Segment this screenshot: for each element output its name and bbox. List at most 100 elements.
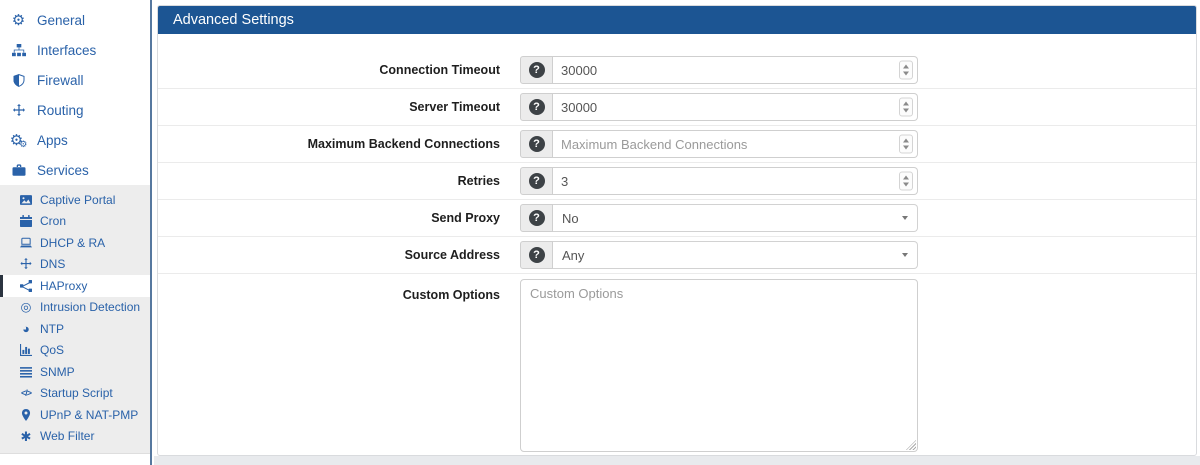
form-row-send-proxy: Send Proxy ? No — [158, 200, 1196, 237]
sidebar-item-snmp[interactable]: SNMP — [0, 361, 150, 383]
sidebar-item-vpn[interactable]: VPN — [0, 456, 150, 465]
retries-group: ? — [520, 167, 918, 195]
bullseye-icon: ◎ — [19, 301, 33, 314]
sidebar-item-label: SNMP — [40, 365, 75, 379]
max-backend-connections-input[interactable] — [553, 130, 918, 158]
form-row-custom-options: Custom Options — [158, 274, 1196, 456]
sitemap-icon — [10, 44, 27, 57]
question-circle-icon: ? — [529, 136, 545, 152]
retries-input[interactable] — [553, 167, 918, 195]
briefcase-icon — [10, 164, 27, 177]
sidebar-item-label: QoS — [40, 343, 64, 357]
number-spinner[interactable] — [899, 135, 913, 154]
sidebar-top-list: ⚙ General Interfaces Firewall Routing ⚙⚙… — [0, 0, 150, 185]
question-circle-icon: ? — [529, 99, 545, 115]
gears-icon: ⚙⚙ — [10, 133, 27, 148]
sidebar-item-label: DNS — [40, 257, 65, 271]
custom-options-textarea[interactable] — [520, 279, 918, 452]
proxy-nodes-icon — [19, 280, 33, 292]
sidebar-item-services[interactable]: Services — [0, 155, 150, 185]
selected-value: Any — [562, 248, 584, 263]
number-spinner[interactable] — [899, 172, 913, 191]
asterisk-icon: ✱ — [19, 430, 33, 443]
connection-timeout-input[interactable] — [553, 56, 918, 84]
arrows-move-icon — [19, 258, 33, 270]
number-spinner[interactable] — [899, 98, 913, 117]
panel-title: Advanced Settings — [173, 12, 294, 28]
field-label: Send Proxy — [172, 211, 500, 225]
spinner-down-icon — [903, 72, 909, 76]
form-row-server-timeout: Server Timeout ? — [158, 89, 1196, 126]
question-circle-icon: ? — [529, 173, 545, 189]
help-button[interactable]: ? — [520, 130, 553, 158]
help-button[interactable]: ? — [520, 204, 553, 232]
settings-form: Connection Timeout ? Server Timeout ? Ma… — [158, 34, 1196, 456]
field-label: Retries — [172, 174, 500, 188]
panel-header: Advanced Settings — [158, 6, 1196, 34]
field-label: Custom Options — [172, 279, 500, 302]
sidebar-item-label: Cron — [40, 214, 66, 228]
sidebar-item-captive-portal[interactable]: Captive Portal — [0, 189, 150, 211]
selected-value: No — [562, 211, 579, 226]
spinner-down-icon — [903, 109, 909, 113]
number-spinner[interactable] — [899, 61, 913, 80]
sidebar-item-web-filter[interactable]: ✱ Web Filter — [0, 426, 150, 448]
clock-icon: ◕ — [19, 323, 33, 336]
sidebar-item-cron[interactable]: Cron — [0, 211, 150, 233]
sidebar-item-label: DHCP & RA — [40, 236, 105, 250]
code-icon: </> — [19, 388, 33, 398]
laptop-icon — [19, 237, 33, 249]
help-button[interactable]: ? — [520, 93, 553, 121]
spinner-up-icon — [903, 139, 909, 143]
sidebar-item-firewall[interactable]: Firewall — [0, 65, 150, 95]
sidebar-item-haproxy[interactable]: HAProxy — [0, 275, 150, 297]
form-row-retries: Retries ? — [158, 163, 1196, 200]
spinner-up-icon — [903, 65, 909, 69]
sidebar-item-label: Routing — [37, 103, 84, 118]
sidebar-item-routing[interactable]: Routing — [0, 95, 150, 125]
send-proxy-select[interactable]: No — [553, 204, 918, 232]
field-label: Source Address — [172, 248, 500, 262]
spinner-down-icon — [903, 146, 909, 150]
connection-timeout-group: ? — [520, 56, 918, 84]
field-label: Connection Timeout — [172, 63, 500, 77]
sidebar-item-dns[interactable]: DNS — [0, 254, 150, 276]
spinner-down-icon — [903, 183, 909, 187]
question-circle-icon: ? — [529, 62, 545, 78]
sidebar-item-label: HAProxy — [40, 279, 87, 293]
help-button[interactable]: ? — [520, 241, 553, 269]
sidebar-item-label: Captive Portal — [40, 193, 115, 207]
services-submenu: Captive Portal Cron DHCP & RA DNS HAProx — [0, 185, 150, 454]
sidebar-item-label: Web Filter — [40, 429, 94, 443]
sidebar-item-startup-script[interactable]: </> Startup Script — [0, 383, 150, 405]
sidebar-item-interfaces[interactable]: Interfaces — [0, 35, 150, 65]
source-address-select[interactable]: Any — [553, 241, 918, 269]
source-address-group: ? Any — [520, 241, 918, 269]
sidebar-item-label: NTP — [40, 322, 64, 336]
help-button[interactable]: ? — [520, 56, 553, 84]
arrows-move-icon — [10, 104, 27, 117]
sidebar-item-label: UPnP & NAT-PMP — [40, 408, 138, 422]
sidebar-item-dhcp-ra[interactable]: DHCP & RA — [0, 232, 150, 254]
sidebar-item-label: Firewall — [37, 73, 84, 88]
sidebar-item-label: Services — [37, 163, 89, 178]
bar-chart-icon — [19, 344, 33, 356]
sidebar-item-general[interactable]: ⚙ General — [0, 5, 150, 35]
sidebar-item-apps[interactable]: ⚙⚙ Apps — [0, 125, 150, 155]
sidebar-item-ntp[interactable]: ◕ NTP — [0, 318, 150, 340]
server-timeout-group: ? — [520, 93, 918, 121]
sidebar-item-upnp-nat-pmp[interactable]: UPnP & NAT-PMP — [0, 404, 150, 426]
sidebar-item-qos[interactable]: QoS — [0, 340, 150, 362]
sidebar-item-label: Interfaces — [37, 43, 96, 58]
form-row-max-backend-connections: Maximum Backend Connections ? — [158, 126, 1196, 163]
help-button[interactable]: ? — [520, 167, 553, 195]
spinner-up-icon — [903, 102, 909, 106]
field-label: Server Timeout — [172, 100, 500, 114]
question-circle-icon: ? — [529, 210, 545, 226]
sidebar-item-label: Apps — [37, 133, 68, 148]
form-row-source-address: Source Address ? Any — [158, 237, 1196, 274]
sidebar-item-intrusion-detection[interactable]: ◎ Intrusion Detection — [0, 297, 150, 319]
server-timeout-input[interactable] — [553, 93, 918, 121]
sidebar-item-label: Intrusion Detection — [40, 300, 140, 314]
chevron-down-icon — [902, 216, 908, 220]
